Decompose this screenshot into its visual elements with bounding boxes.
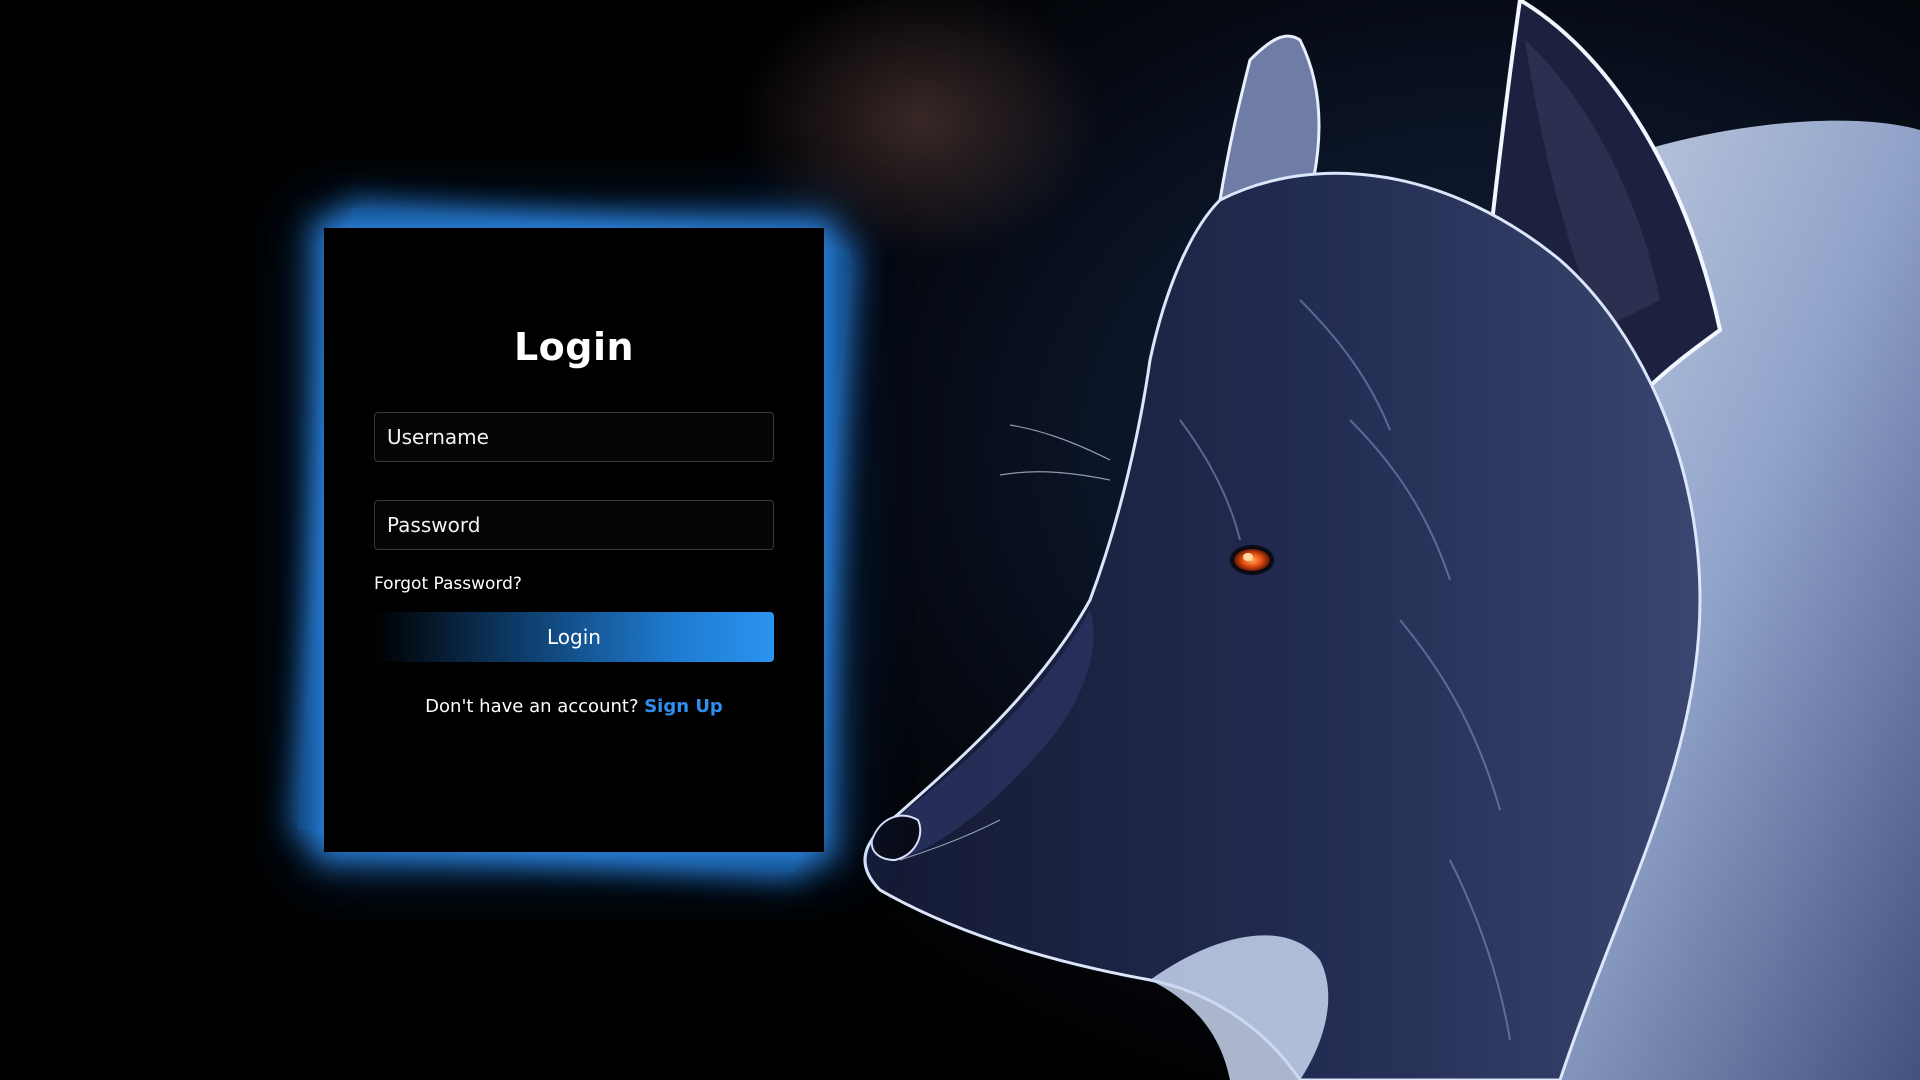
forgot-password-link[interactable]: Forgot Password? xyxy=(374,574,774,594)
signup-row: Don't have an account? Sign Up xyxy=(374,696,774,717)
login-card-container: Login Forgot Password? Login Don't have … xyxy=(297,207,851,873)
signup-prompt: Don't have an account? xyxy=(425,696,645,717)
login-form: Login Forgot Password? Login Don't have … xyxy=(324,228,824,852)
login-title: Login xyxy=(513,325,635,369)
password-input[interactable] xyxy=(374,500,774,550)
signup-link[interactable]: Sign Up xyxy=(644,696,723,717)
username-input[interactable] xyxy=(374,412,774,462)
login-page: Login Forgot Password? Login Don't have … xyxy=(0,0,1920,1080)
login-button[interactable]: Login xyxy=(374,612,774,662)
wolf-icon xyxy=(863,0,1920,1080)
